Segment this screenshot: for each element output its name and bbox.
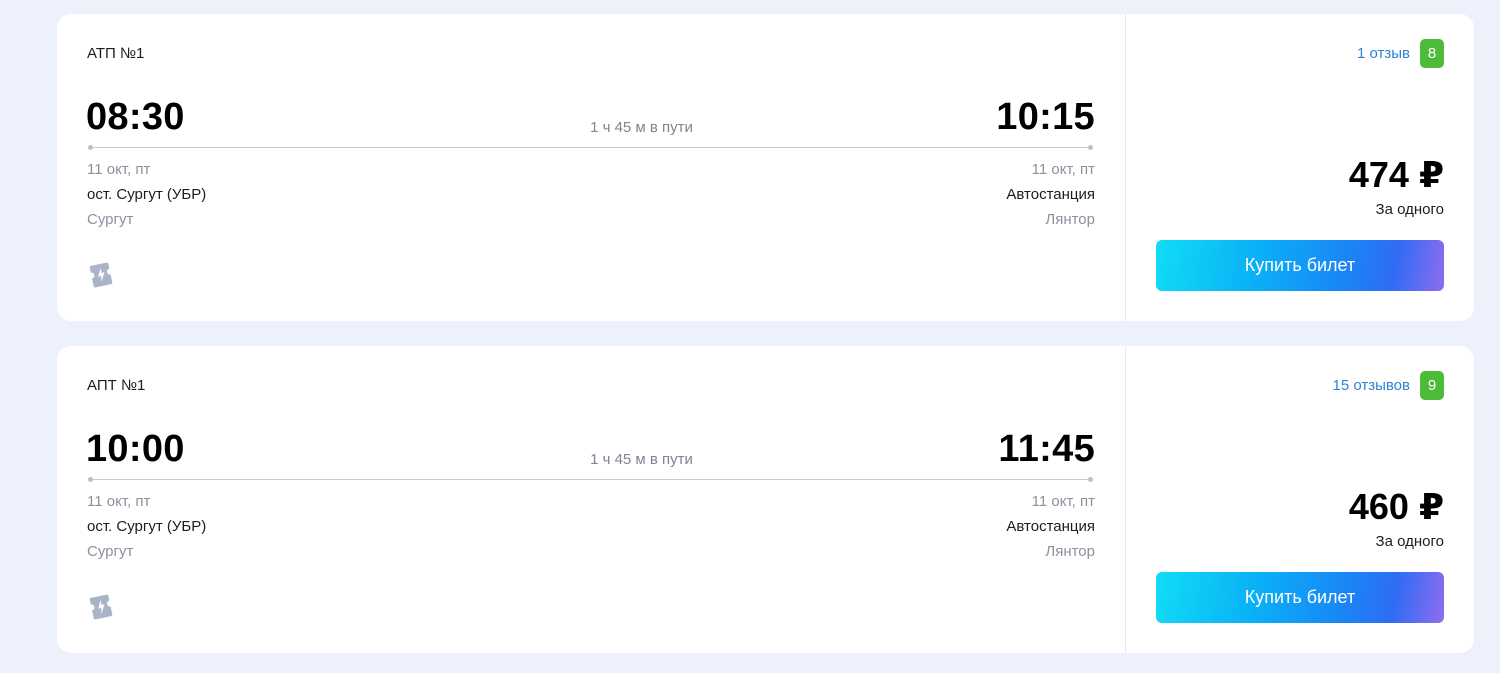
price: 474 ₽	[1348, 154, 1444, 195]
arrival-date: 11 окт, пт	[1031, 161, 1095, 178]
departure-stop: ост. Сургут (УБР)	[87, 518, 207, 535]
buy-ticket-button[interactable]: Купить билет	[1156, 572, 1444, 623]
trip-details: АПТ №1 10:00 1 ч 45 м в пути 11:45 11 ок…	[57, 346, 1126, 653]
price-note: За одного	[1375, 201, 1444, 218]
price-panel: 1 отзыв 8 474 ₽ За одного Купить билет	[1126, 14, 1474, 321]
price: 460 ₽	[1348, 486, 1444, 527]
departure-city: Сургут	[87, 543, 134, 560]
arrival-time: 10:15	[996, 96, 1095, 138]
departure-city: Сургут	[87, 211, 134, 228]
arrival-stop: Автостанция	[1006, 518, 1095, 535]
reviews-link[interactable]: 15 отзывов	[1332, 377, 1410, 394]
route-line	[88, 145, 1093, 150]
buy-ticket-button[interactable]: Купить билет	[1156, 240, 1444, 291]
ticket-icon	[89, 262, 113, 288]
departure-stop: ост. Сургут (УБР)	[87, 186, 207, 203]
trip-details: АТП №1 08:30 1 ч 45 м в пути 10:15 11 ок…	[57, 14, 1126, 321]
reviews-link[interactable]: 1 отзыв	[1357, 45, 1410, 62]
arrival-stop: Автостанция	[1006, 186, 1095, 203]
carrier-name: АТП №1	[87, 45, 145, 62]
arrival-city: Лянтор	[1045, 543, 1095, 560]
price-panel: 15 отзывов 9 460 ₽ За одного Купить биле…	[1126, 346, 1474, 653]
arrival-city: Лянтор	[1045, 211, 1095, 228]
route-line	[88, 477, 1093, 482]
ticket-icon	[89, 594, 113, 620]
departure-date: 11 окт, пт	[87, 161, 151, 178]
arrival-date: 11 окт, пт	[1031, 493, 1095, 510]
trip-card: АТП №1 08:30 1 ч 45 м в пути 10:15 11 ок…	[57, 14, 1474, 321]
rating-badge: 8	[1420, 39, 1444, 68]
arrival-time: 11:45	[998, 428, 1095, 470]
departure-date: 11 окт, пт	[87, 493, 151, 510]
carrier-name: АПТ №1	[87, 377, 146, 394]
trip-card: АПТ №1 10:00 1 ч 45 м в пути 11:45 11 ок…	[57, 346, 1474, 653]
rating-badge: 9	[1420, 371, 1444, 400]
price-note: За одного	[1375, 533, 1444, 550]
